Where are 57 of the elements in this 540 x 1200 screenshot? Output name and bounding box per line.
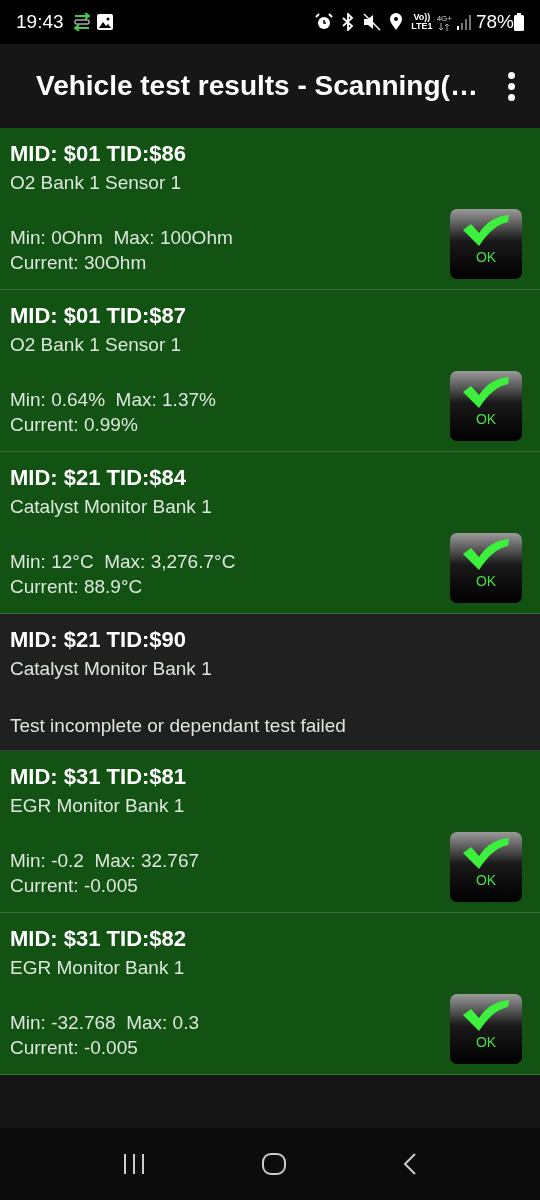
test-range: Min: 12°C Max: 3,276.7°C [10, 550, 237, 574]
data-arrows-icon [438, 22, 451, 31]
passed-result-row[interactable]: MID: $01 TID:$87 O2 Bank 1 Sensor 1 Min: 0.64% Max: 1.37% Current: 0.99% OK [0, 290, 540, 452]
test-name: Catalyst Monitor Bank 1 [10, 657, 213, 681]
ok-label: OK [475, 1034, 497, 1050]
test-range: Min: 0.64% Max: 1.37% [10, 388, 217, 412]
alarm-icon [315, 13, 334, 31]
test-message: Test incomplete or dependant test failed [10, 714, 347, 738]
home-icon[interactable] [261, 1152, 287, 1176]
check-icon [461, 998, 511, 1032]
test-range: Min: -32.768 Max: 0.3 [10, 1011, 201, 1035]
mute-icon [363, 13, 382, 31]
test-id: MID: $21 TID:$84 [10, 464, 188, 492]
volte-label: Vo)) [413, 13, 431, 22]
test-id: MID: $31 TID:$82 [10, 925, 188, 953]
test-name: EGR Monitor Bank 1 [10, 794, 186, 818]
passed-result-row[interactable]: MID: $31 TID:$82 EGR Monitor Bank 1 Min: -32.768 Max: 0.3 Current: -0.005 OK [0, 913, 540, 1075]
bluetooth-icon [341, 13, 356, 31]
test-name: O2 Bank 1 Sensor 1 [10, 171, 183, 195]
ok-label: OK [475, 249, 497, 265]
battery-icon [514, 13, 524, 31]
network-label: 4G+ [436, 13, 452, 23]
image-icon [95, 13, 114, 31]
lte-label: LTE1 [411, 22, 433, 31]
more-options-icon[interactable] [508, 71, 516, 101]
check-icon [461, 213, 511, 247]
test-range: Min: -0.2 Max: 32.767 [10, 849, 201, 873]
check-icon [461, 537, 511, 571]
test-current: Current: 88.9°C [10, 575, 144, 599]
ok-label: OK [475, 872, 497, 888]
test-id: MID: $21 TID:$90 [10, 626, 188, 654]
test-range: Min: 0Ohm Max: 100Ohm [10, 226, 234, 250]
ok-label: OK [475, 573, 497, 589]
signal-icon [455, 14, 472, 30]
check-icon [461, 836, 511, 870]
test-current: Current: -0.005 [10, 874, 139, 898]
back-icon[interactable] [402, 1152, 419, 1176]
test-id: MID: $01 TID:$86 [10, 140, 188, 168]
test-id: MID: $01 TID:$87 [10, 302, 188, 330]
check-icon [461, 375, 511, 409]
test-name: Catalyst Monitor Bank 1 [10, 495, 213, 519]
test-current: Current: 0.99% [10, 413, 139, 437]
passed-result-row[interactable]: MID: $21 TID:$84 Catalyst Monitor Bank 1 Min: 12°C Max: 3,276.7°C Current: 88.9°C OK [0, 452, 540, 614]
battery-level: 78% [475, 9, 514, 34]
passed-result-row[interactable]: MID: $31 TID:$81 EGR Monitor Bank 1 Min: -0.2 Max: 32.767 Current: -0.005 OK [0, 751, 540, 913]
clock: 19:43 [16, 9, 64, 34]
test-current: Current: -0.005 [10, 1036, 139, 1060]
passed-result-row[interactable]: MID: $01 TID:$86 O2 Bank 1 Sensor 1 Min: 0Ohm Max: 100Ohm Current: 30Ohm OK [0, 128, 540, 290]
location-icon [389, 13, 404, 31]
incomplete-result-row[interactable]: MID: $21 TID:$90 Catalyst Monitor Bank 1 Test incomplete or dependant test failed [0, 614, 540, 751]
test-name: EGR Monitor Bank 1 [10, 956, 186, 980]
test-name: O2 Bank 1 Sensor 1 [10, 333, 183, 357]
recent-apps-icon[interactable] [121, 1153, 146, 1175]
test-current: Current: 30Ohm [10, 251, 148, 275]
test-id: MID: $31 TID:$81 [10, 763, 188, 791]
screen-title: Vehicle test results - Scanning(… [36, 69, 479, 103]
ok-label: OK [475, 411, 497, 427]
